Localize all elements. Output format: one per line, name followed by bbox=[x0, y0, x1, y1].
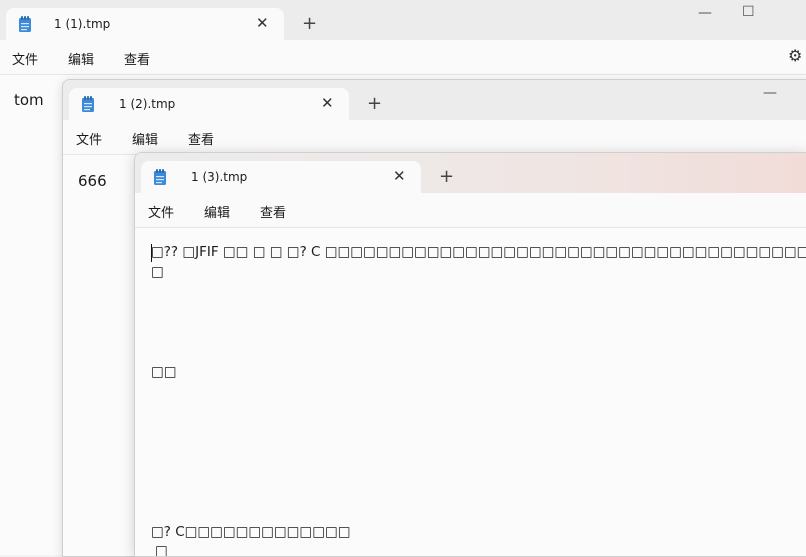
editor-line-3: □□ bbox=[151, 364, 177, 380]
menu-file[interactable]: 文件 bbox=[12, 49, 38, 68]
tab-3-tmp[interactable]: 1 (3).tmp ✕ bbox=[141, 161, 421, 193]
maximize-icon[interactable]: ☐ bbox=[742, 5, 755, 19]
editor-line-4: □? C□□□□□□□□□□□□□ bbox=[151, 524, 351, 540]
notepad-icon bbox=[154, 169, 166, 185]
close-icon[interactable]: ✕ bbox=[256, 15, 269, 31]
menu-view[interactable]: 查看 bbox=[188, 129, 214, 148]
title-bar: 1 (1).tmp ✕ + — ☐ bbox=[0, 0, 806, 40]
menu-view[interactable]: 查看 bbox=[124, 49, 150, 68]
menu-edit[interactable]: 编辑 bbox=[132, 129, 158, 148]
menu-bar: 文件 编辑 查看 bbox=[135, 193, 806, 228]
editor-line-1: □?? □JFIF □□ □ □ □? C □□□□□□□□□□□□□□□□□□… bbox=[151, 244, 806, 260]
menu-edit[interactable]: 编辑 bbox=[68, 49, 94, 68]
editor-line-2: □ bbox=[151, 264, 164, 280]
menu-file[interactable]: 文件 bbox=[148, 202, 174, 221]
tab-2-tmp[interactable]: 1 (2).tmp ✕ bbox=[69, 88, 349, 120]
menu-edit[interactable]: 编辑 bbox=[204, 202, 230, 221]
plus-icon[interactable]: + bbox=[302, 15, 317, 33]
title-bar: 1 (2).tmp ✕ + — bbox=[63, 80, 806, 120]
menu-view[interactable]: 查看 bbox=[260, 202, 286, 221]
minimize-icon[interactable]: — bbox=[763, 86, 777, 100]
close-icon[interactable]: ✕ bbox=[321, 95, 334, 111]
menu-file[interactable]: 文件 bbox=[76, 129, 102, 148]
gear-icon[interactable]: ⚙ bbox=[788, 46, 802, 65]
tab-title: 1 (1).tmp bbox=[54, 17, 111, 31]
minimize-icon[interactable]: — bbox=[698, 6, 712, 20]
plus-icon[interactable]: + bbox=[367, 95, 382, 113]
title-bar: 1 (3).tmp ✕ + bbox=[135, 153, 806, 193]
editor-content: 666 bbox=[78, 172, 107, 190]
plus-icon[interactable]: + bbox=[439, 168, 454, 186]
notepad-icon bbox=[82, 96, 94, 112]
notepad-icon bbox=[19, 16, 31, 32]
tab-1-tmp[interactable]: 1 (1).tmp ✕ bbox=[6, 8, 284, 40]
tab-title: 1 (2).tmp bbox=[119, 97, 176, 111]
notepad-window-3: 1 (3).tmp ✕ + 文件 编辑 查看 □?? □JFIF □□ □ □ … bbox=[134, 152, 806, 557]
text-editor[interactable]: □?? □JFIF □□ □ □ □? C □□□□□□□□□□□□□□□□□□… bbox=[135, 228, 806, 556]
menu-bar: 文件 编辑 查看 ⚙ bbox=[0, 40, 806, 75]
editor-content: tom bbox=[14, 91, 44, 109]
close-icon[interactable]: ✕ bbox=[393, 168, 406, 184]
tab-title: 1 (3).tmp bbox=[191, 170, 248, 184]
menu-bar: 文件 编辑 查看 bbox=[63, 120, 806, 155]
